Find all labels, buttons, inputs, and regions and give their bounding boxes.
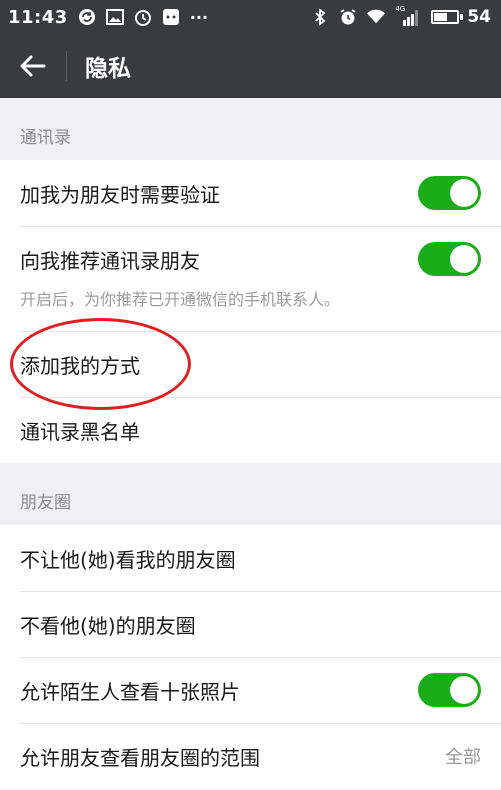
- row-label: 添加我的方式: [20, 353, 140, 378]
- contacts-group: 加我为朋友时需要验证 向我推荐通讯录朋友 开启后，为你推荐已开通微信的手机联系人…: [0, 160, 501, 463]
- moments-group: 不让他(她)看我的朋友圈 不看他(她)的朋友圈 允许陌生人查看十张照片 允许朋友…: [0, 525, 501, 789]
- section-header-moments: 朋友圈: [0, 463, 501, 525]
- wifi-icon: [367, 8, 386, 26]
- nav-bar: 隐私: [0, 34, 501, 98]
- strangers-toggle[interactable]: [418, 673, 481, 707]
- back-arrow-icon: [20, 55, 46, 77]
- row-moments-range[interactable]: 允许朋友查看朋友圈的范围 全部: [0, 723, 501, 789]
- alarm-icon: [339, 8, 357, 26]
- battery-tip: [460, 14, 464, 20]
- status-left: 11:43 ···: [8, 7, 311, 28]
- recommend-toggle[interactable]: [418, 242, 481, 276]
- row-value: 全部: [445, 747, 481, 768]
- image-icon: [105, 8, 124, 26]
- page-title: 隐私: [85, 56, 131, 82]
- row-label: 加我为朋友时需要验证: [20, 182, 220, 207]
- status-right: 4G 54: [311, 5, 491, 27]
- message-icon: [162, 8, 180, 26]
- settings-content: 通讯录 加我为朋友时需要验证 向我推荐通讯录朋友 开启后，为你推荐已开通微信的手…: [0, 98, 501, 789]
- row-hide-their-moments[interactable]: 不看他(她)的朋友圈: [0, 591, 501, 657]
- row-label: 允许朋友查看朋友圈的范围: [20, 745, 260, 770]
- section-header-contacts: 通讯录: [0, 98, 501, 160]
- toggle-knob: [450, 245, 478, 273]
- row-recommend-contacts[interactable]: 向我推荐通讯录朋友 开启后，为你推荐已开通微信的手机联系人。: [0, 226, 501, 331]
- row-strangers-photos[interactable]: 允许陌生人查看十张照片: [0, 657, 501, 723]
- row-description: 开启后，为你推荐已开通微信的手机联系人。: [20, 290, 341, 309]
- nav-divider: [66, 51, 67, 81]
- battery-level: 54: [467, 7, 491, 27]
- row-blacklist[interactable]: 通讯录黑名单: [0, 397, 501, 463]
- row-add-methods[interactable]: 添加我的方式: [0, 331, 501, 397]
- row-hide-my-moments[interactable]: 不让他(她)看我的朋友圈: [0, 525, 501, 591]
- row-label: 向我推荐通讯录朋友: [20, 248, 200, 273]
- network-label: 4G: [395, 5, 406, 13]
- verify-toggle[interactable]: [418, 176, 481, 210]
- battery-fill: [434, 13, 448, 21]
- row-main: 向我推荐通讯录朋友: [20, 226, 481, 292]
- toggle-knob: [450, 179, 478, 207]
- bluetooth-icon: [311, 8, 329, 26]
- alarm-clock-icon: [134, 8, 152, 26]
- battery-indicator: 54: [431, 7, 491, 27]
- row-label: 不让他(她)看我的朋友圈: [20, 547, 236, 572]
- status-bar: 11:43 ··· 4G 54: [0, 0, 501, 34]
- row-verify-friend[interactable]: 加我为朋友时需要验证: [0, 160, 501, 226]
- status-time: 11:43: [8, 6, 68, 28]
- sync-icon: [78, 8, 96, 26]
- battery-icon: [431, 10, 460, 24]
- row-label: 允许陌生人查看十张照片: [20, 679, 240, 704]
- back-button[interactable]: [0, 34, 66, 98]
- signal-icon: 4G: [395, 5, 421, 26]
- toggle-knob: [450, 676, 478, 704]
- more-icon: ···: [189, 7, 209, 27]
- row-label: 不看他(她)的朋友圈: [20, 613, 196, 638]
- row-label: 通讯录黑名单: [20, 419, 140, 444]
